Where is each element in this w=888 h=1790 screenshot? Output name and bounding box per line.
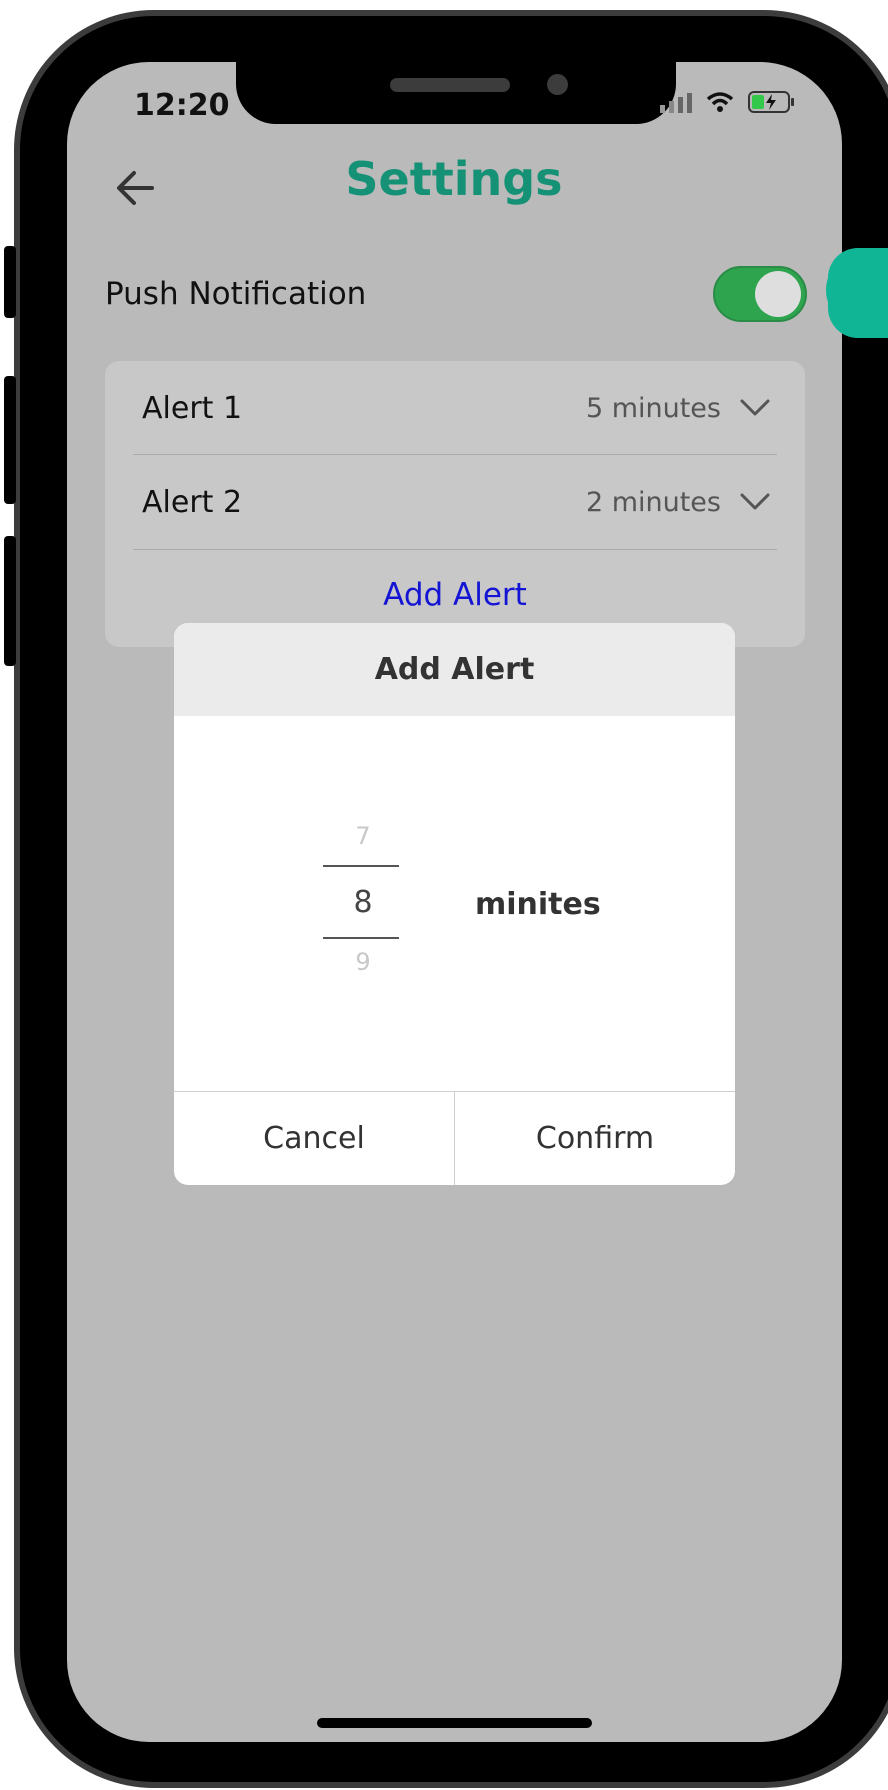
- front-camera: [547, 74, 568, 95]
- alert-row[interactable]: Alert 2 2 minutes: [105, 455, 805, 549]
- alert-value: 2 minutes: [585, 487, 721, 518]
- picker-unit-label: minites: [475, 887, 601, 922]
- cancel-button[interactable]: Cancel: [174, 1092, 454, 1185]
- status-icons: [660, 90, 796, 114]
- page-title: Settings: [345, 152, 563, 206]
- alert-value: 5 minutes: [585, 393, 721, 424]
- picker-selected-value[interactable]: 8: [323, 885, 403, 920]
- home-indicator[interactable]: [317, 1718, 592, 1728]
- alerts-card: Alert 1 5 minutes Alert 2 2 minutes Add …: [105, 361, 805, 647]
- add-alert-link[interactable]: Add Alert: [105, 577, 805, 613]
- battery-charging-icon: [748, 91, 794, 113]
- speaker: [390, 78, 510, 92]
- mute-switch: [4, 246, 16, 318]
- alert-name: Alert 1: [142, 391, 243, 426]
- status-time: 12:20: [134, 88, 230, 123]
- add-alert-dialog: Add Alert 7 8 9 minites Cancel Confirm: [174, 623, 735, 1185]
- divider: [133, 549, 777, 550]
- picker-prev-value[interactable]: 7: [323, 822, 403, 850]
- volume-up-button: [4, 376, 16, 504]
- alert-row[interactable]: Alert 1 5 minutes: [105, 361, 805, 455]
- dialog-title: Add Alert: [174, 623, 735, 716]
- annotation-pointer: [828, 248, 888, 338]
- dialog-actions: Cancel Confirm: [174, 1091, 735, 1185]
- push-notification-label: Push Notification: [105, 276, 367, 312]
- picker-selection-line: [323, 937, 399, 939]
- chevron-down-icon: [740, 493, 770, 510]
- picker-selection-line: [323, 865, 399, 867]
- chevron-down-icon: [740, 399, 770, 416]
- picker-next-value[interactable]: 9: [323, 948, 403, 976]
- confirm-button[interactable]: Confirm: [454, 1092, 735, 1185]
- alert-name: Alert 2: [142, 485, 243, 520]
- toggle-knob: [755, 271, 801, 317]
- signal-icon: [660, 91, 692, 113]
- notch: [236, 62, 676, 124]
- push-notification-toggle[interactable]: [713, 266, 807, 322]
- wifi-icon: [706, 92, 734, 112]
- volume-down-button: [4, 536, 16, 666]
